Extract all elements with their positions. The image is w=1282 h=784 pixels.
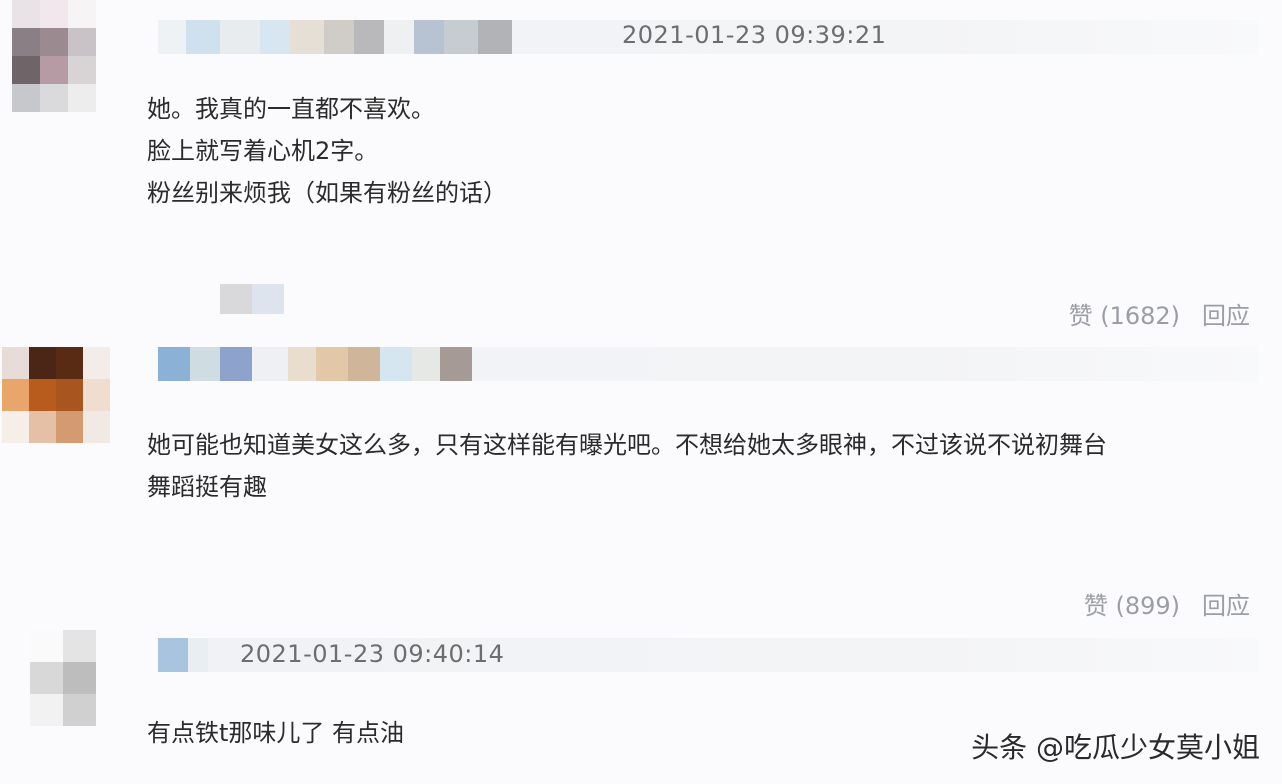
comment-body: 有点铁t那味儿了 有点油 — [147, 712, 404, 754]
reply-button[interactable]: 回应 — [1202, 296, 1250, 331]
blurred-element — [220, 284, 284, 314]
username-blurred[interactable] — [158, 20, 578, 54]
username-blurred[interactable] — [158, 347, 478, 381]
avatar[interactable] — [2, 347, 110, 443]
comment-header — [158, 347, 1258, 381]
like-button[interactable]: 赞 (1682) — [1069, 296, 1180, 331]
comment-actions: 赞 (899) 回应 — [1084, 586, 1250, 621]
comment-line: 她。我真的一直都不喜欢。 — [147, 95, 435, 123]
comment-line: 舞蹈挺有趣 — [147, 473, 267, 501]
avatar[interactable] — [30, 630, 96, 726]
avatar[interactable] — [12, 0, 96, 112]
comment-header: 2021-01-23 09:39:21 — [158, 20, 1258, 54]
comment-line: 脸上就写着心机2字。 — [147, 137, 379, 165]
comment-line: 有点铁t那味儿了 有点油 — [147, 719, 405, 747]
comment-timestamp: 2021-01-23 09:39:21 — [622, 21, 887, 49]
comment-item: 她可能也知道美女这么多，只有这样能有曝光吧。不想给她太多眼神，不过该说不说初舞台… — [0, 330, 1282, 620]
like-button[interactable]: 赞 (899) — [1084, 586, 1180, 621]
comment-line: 粉丝别来烦我（如果有粉丝的话） — [147, 179, 507, 207]
comment-header: 2021-01-23 09:40:14 — [158, 638, 1258, 672]
comment-actions: 赞 (1682) 回应 — [1069, 296, 1250, 331]
comment-body: 她。我真的一直都不喜欢。 脸上就写着心机2字。 粉丝别来烦我（如果有粉丝的话） — [147, 88, 507, 214]
comment-line: 她可能也知道美女这么多，只有这样能有曝光吧。不想给她太多眼神，不过该说不说初舞台 — [147, 431, 1107, 459]
reply-button[interactable]: 回应 — [1202, 586, 1250, 621]
watermark: 头条 @吃瓜少女莫小姐 — [971, 731, 1260, 764]
comment-body: 她可能也知道美女这么多，只有这样能有曝光吧。不想给她太多眼神，不过该说不说初舞台… — [147, 424, 1107, 508]
username-blurred[interactable] — [158, 638, 208, 672]
comment-item: 2021-01-23 09:39:21 她。我真的一直都不喜欢。 脸上就写着心机… — [0, 0, 1282, 330]
comment-timestamp: 2021-01-23 09:40:14 — [240, 640, 505, 668]
